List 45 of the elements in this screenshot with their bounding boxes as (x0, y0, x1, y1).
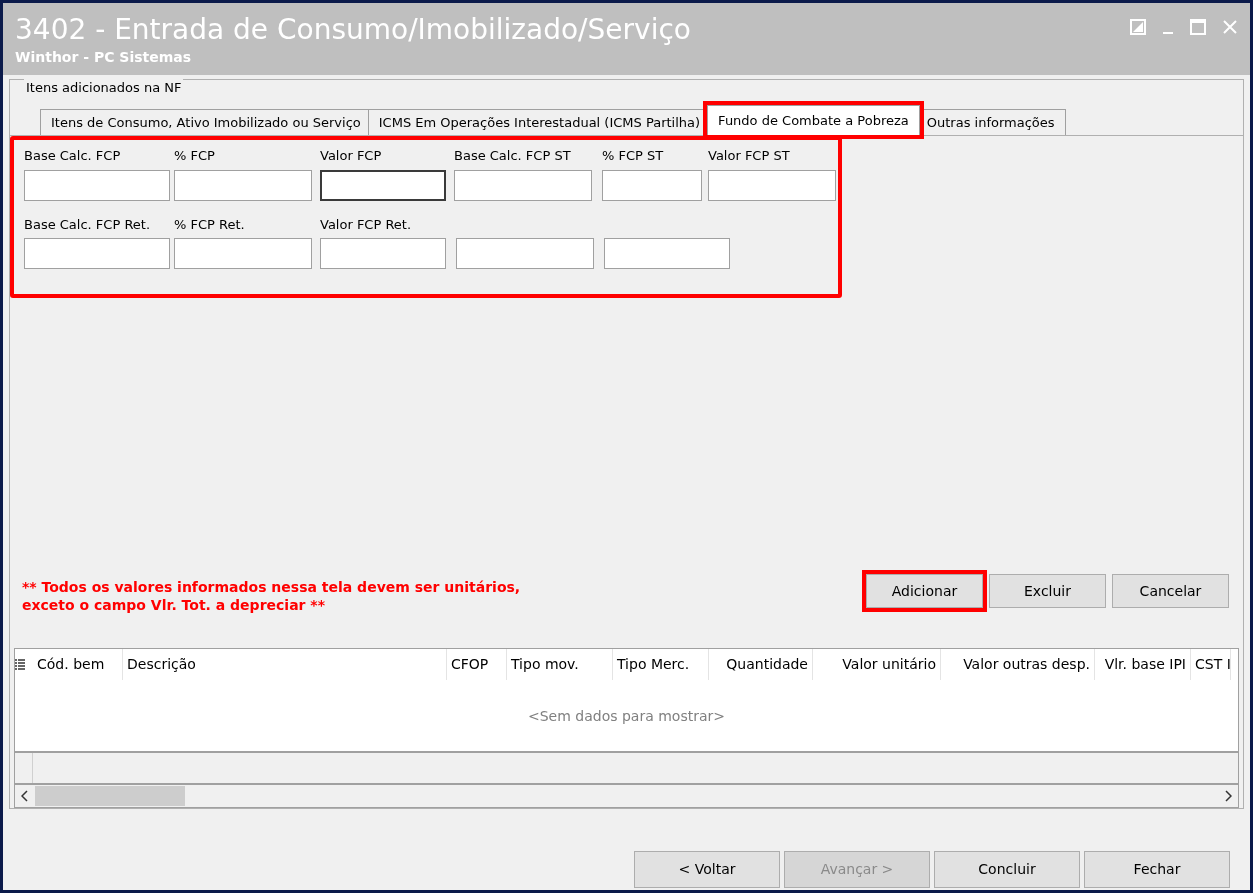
input-field[interactable] (320, 238, 446, 269)
input-field[interactable] (320, 169, 446, 201)
scroll-thumb[interactable] (35, 786, 185, 806)
scroll-left-icon[interactable] (21, 790, 29, 802)
column-header[interactable]: CFOP (447, 649, 507, 680)
window-title: 3402 - Entrada de Consumo/Imobilizado/Serviço (15, 13, 691, 47)
field-label: Base Calc. FCP Ret. (24, 215, 152, 234)
column-header[interactable]: Valor unitário (813, 649, 941, 680)
action-button[interactable]: Excluir (989, 574, 1106, 608)
restore-icon[interactable] (1130, 19, 1146, 35)
footer-button[interactable]: < Voltar (634, 851, 780, 888)
field-label: % FCP Ret. (174, 215, 246, 234)
field-label: % FCP (174, 147, 216, 165)
input-field[interactable] (174, 238, 312, 269)
input-field[interactable] (454, 169, 592, 201)
close-icon[interactable] (1222, 19, 1238, 35)
column-header[interactable]: Quantidade (709, 649, 813, 680)
maximize-icon[interactable] (1190, 19, 1206, 35)
input-field[interactable] (456, 238, 594, 269)
column-header[interactable]: Vlr. base IPI (1095, 649, 1191, 680)
input-field[interactable] (24, 169, 170, 201)
column-header[interactable]: Valor outras desp. (941, 649, 1095, 680)
empty-message: <Sem dados para mostrar> (527, 706, 725, 726)
field-label: Base Calc. FCP (24, 147, 122, 165)
footer-button[interactable]: Fechar (1084, 851, 1230, 888)
input-field[interactable] (602, 169, 702, 201)
column-header[interactable]: Cód. bem (33, 649, 123, 680)
input-field[interactable] (24, 238, 170, 269)
footer-button[interactable]: Concluir (934, 851, 1080, 888)
scroll-right-icon[interactable] (1224, 790, 1232, 802)
field-label: % FCP ST (602, 147, 665, 165)
input-field[interactable] (174, 169, 312, 201)
column-header[interactable]: Tipo mov. (507, 649, 613, 680)
column-header[interactable]: Tipo Merc. (613, 649, 709, 680)
column-header[interactable]: Descrição (123, 649, 447, 680)
input-field[interactable] (708, 169, 836, 201)
field-label: Valor FCP (320, 147, 383, 165)
input-field[interactable] (604, 238, 730, 269)
warning-note: ** Todos os valores informados nessa tela devem ser unitários, exceto o campo Vlr. Tot. a depreciar ** (22, 578, 521, 614)
field-label: Base Calc. FCP ST (454, 147, 572, 165)
action-button[interactable]: Cancelar (1112, 574, 1229, 608)
field-label: Valor FCP Ret. (320, 215, 413, 234)
window-subtitle: Winthor - PC Sistemas (15, 48, 193, 67)
column-header[interactable]: CST I (1191, 649, 1231, 680)
field-label: Valor FCP ST (708, 147, 791, 165)
